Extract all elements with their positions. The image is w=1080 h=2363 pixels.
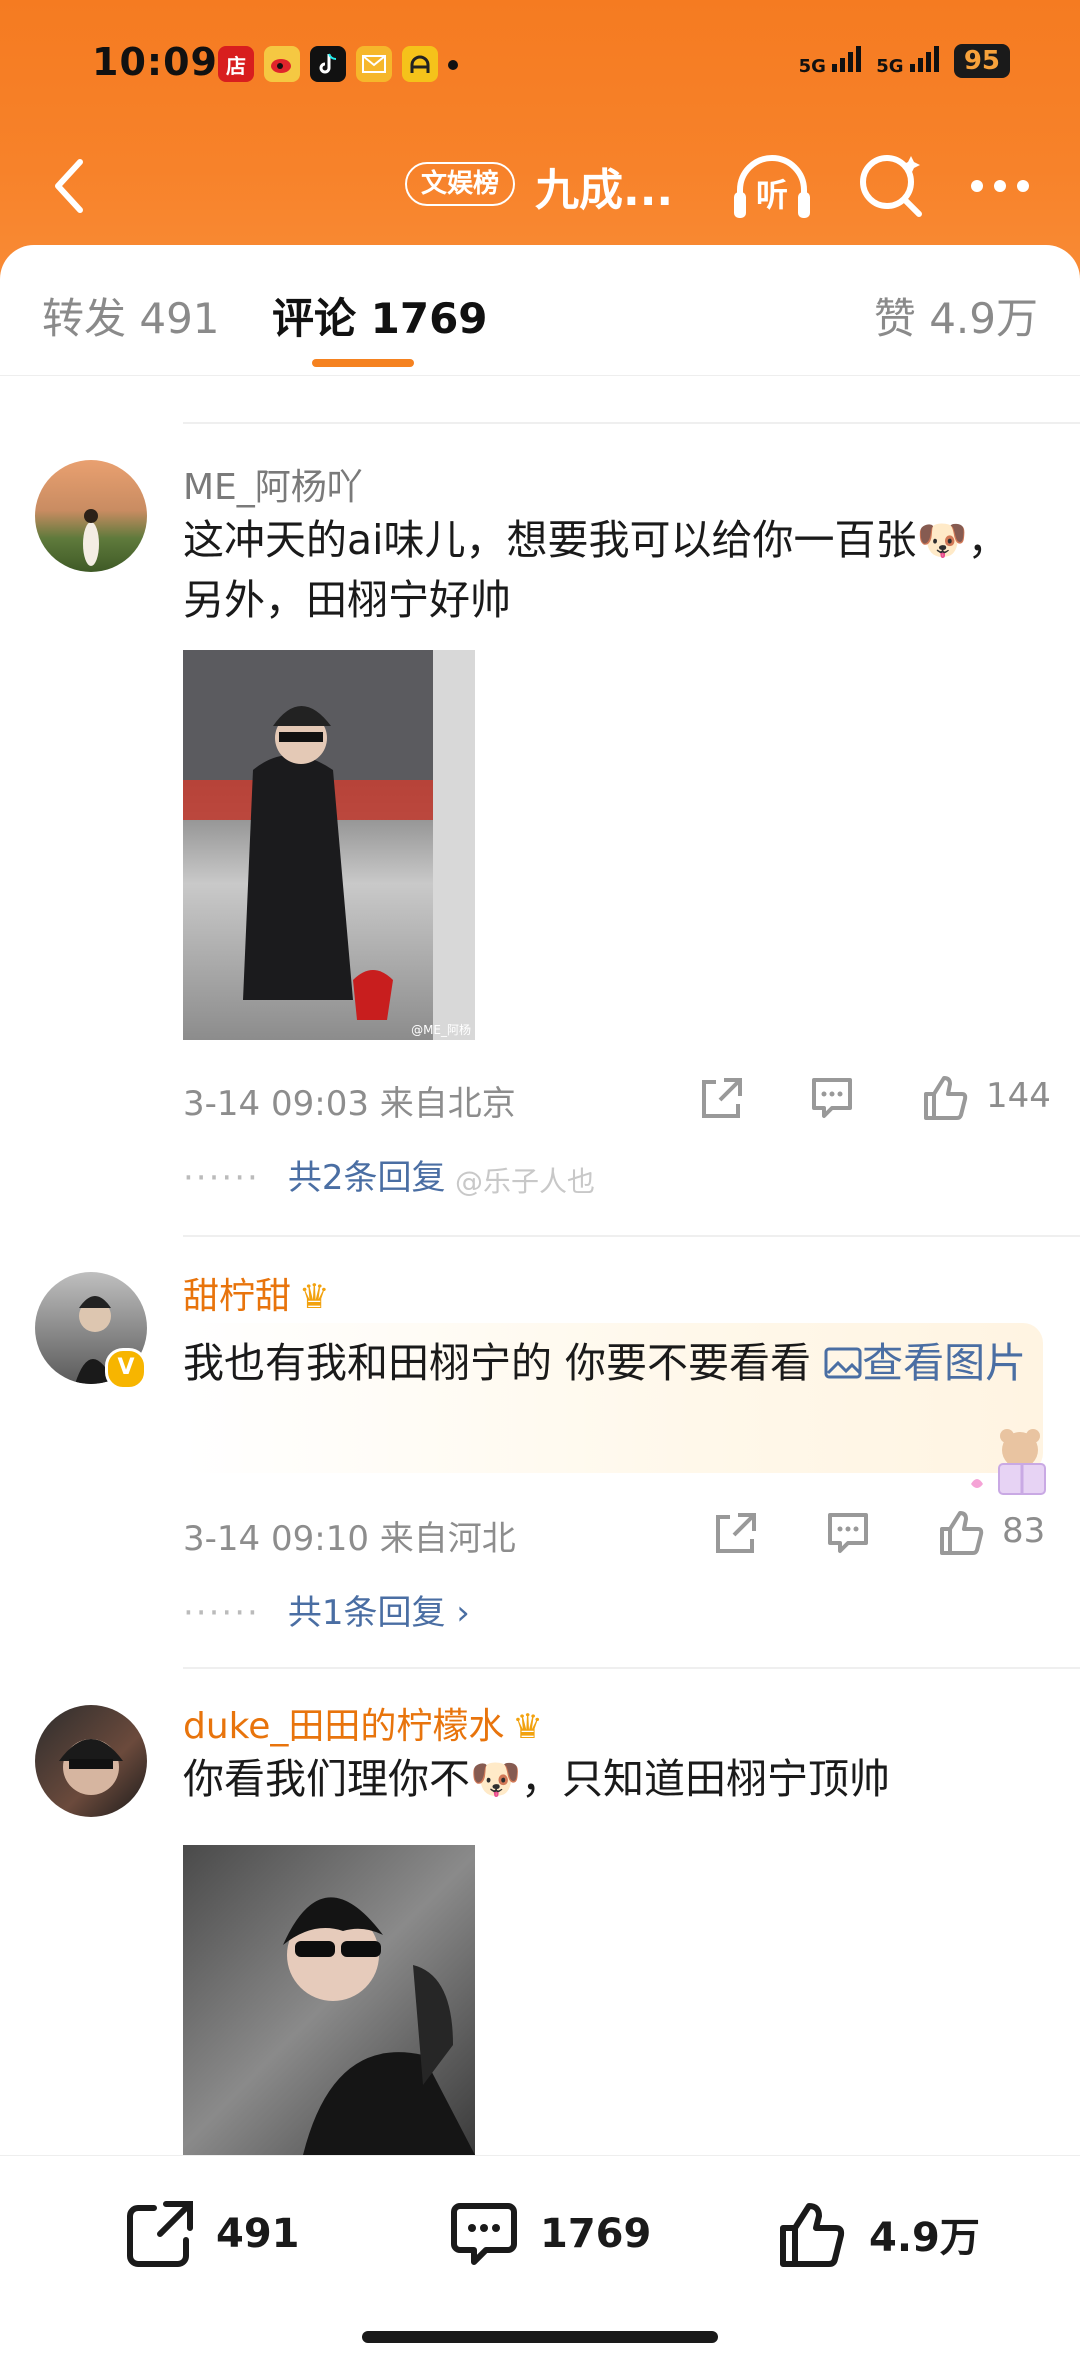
mail-app-icon — [356, 46, 392, 82]
tiktok-app-icon — [310, 46, 346, 82]
signal-1-icon: 5G — [799, 45, 863, 77]
top-header: 10:09 店 5G 5G 95 文娱榜 九成... 听 — [0, 0, 1080, 280]
page-title: 九成... — [535, 165, 674, 216]
like-icon[interactable] — [918, 1070, 974, 1126]
share-icon[interactable] — [694, 1070, 750, 1126]
comment-button[interactable]: 1769 — [446, 2196, 651, 2272]
view-replies-link[interactable]: ······ 共2条回复 — [183, 1150, 446, 1199]
home-indicator[interactable] — [362, 2331, 718, 2343]
weibo-app-icon — [264, 46, 300, 82]
like-icon[interactable] — [934, 1505, 990, 1561]
comment-meta: 3-14 09:03 来自北京 — [183, 1084, 516, 1124]
listen-button[interactable]: 听 — [730, 148, 814, 224]
comment-username[interactable]: ME_阿杨吖 — [183, 458, 363, 510]
avatar[interactable] — [35, 1705, 147, 1817]
view-image-link[interactable]: 查看图片 — [824, 1339, 1026, 1387]
comment-meta: 3-14 09:10 来自河北 — [183, 1519, 516, 1559]
bear-sticker-icon — [971, 1429, 1046, 1495]
more-notifications-dot — [448, 60, 458, 70]
divider — [183, 422, 1080, 424]
comment-image[interactable] — [183, 1845, 475, 2155]
comment-count: 1769 — [540, 2211, 652, 2257]
crown-badge-icon: ♛ — [299, 1277, 330, 1317]
share-icon[interactable] — [708, 1505, 764, 1561]
image-watermark: @ME_阿杨 — [411, 1023, 471, 1037]
tab-repost[interactable]: 转发 491 — [42, 285, 220, 346]
repost-icon — [127, 2201, 193, 2267]
notification-icons: 店 — [218, 46, 458, 82]
category-tag[interactable]: 文娱榜 — [405, 162, 516, 206]
comment-icon — [451, 2203, 517, 2265]
bottom-action-bar: 491 1769 4.9万 — [0, 2155, 1080, 2363]
like-total: 4.9万 — [869, 2215, 980, 2261]
replies-label: 共2条回复 — [287, 1158, 446, 1198]
crown-badge-icon: ♛ — [512, 1707, 543, 1747]
comment-text: 我也有我和田栩宁的 你要不要看看 查看图片 — [183, 1339, 1027, 1387]
back-arrow-icon[interactable] — [36, 150, 106, 220]
tab-bar: 转发 491 评论 1769 赞 4.9万 — [0, 245, 1080, 376]
nav-bar: 文娱榜 九成... 听 — [0, 140, 1080, 230]
view-replies-link[interactable]: ······ 共1条回复 › — [183, 1585, 470, 1634]
replies-label: 共1条回复 › — [287, 1593, 470, 1633]
shop-app-icon: 店 — [218, 46, 254, 82]
signal-2-icon: 5G — [876, 45, 940, 77]
comment-text: 这冲天的ai味儿，想要我可以给你一百张🐶，另外，田栩宁好帅 — [183, 516, 1009, 624]
divider — [183, 1235, 1080, 1237]
comment-username[interactable]: 甜柠甜 ♛ — [183, 1267, 330, 1319]
more-options-icon[interactable] — [965, 156, 1035, 216]
repost-count: 491 — [216, 2211, 300, 2257]
status-right: 5G 5G 95 — [799, 44, 1010, 78]
reply-icon[interactable] — [804, 1070, 860, 1126]
divider — [183, 1667, 1080, 1669]
like-count: 83 — [1002, 1511, 1046, 1551]
repost-button[interactable]: 491 — [122, 2196, 300, 2272]
comment-text: 你看我们理你不🐶，只知道田栩宁顶帅 — [183, 1755, 891, 1803]
search-icon[interactable] — [855, 150, 925, 220]
comment-image[interactable]: @ME_阿杨 — [183, 650, 475, 1040]
like-count: 144 — [986, 1076, 1051, 1116]
status-time: 10:09 — [92, 40, 218, 84]
app-a-icon — [402, 46, 438, 82]
reply-icon[interactable] — [820, 1505, 876, 1561]
image-icon — [824, 1347, 862, 1379]
battery-indicator: 95 — [953, 44, 1010, 78]
active-tab-indicator — [312, 359, 414, 367]
status-bar: 10:09 店 5G 5G 95 — [0, 40, 1080, 96]
tab-comment[interactable]: 评论 1769 — [272, 285, 488, 346]
avatar[interactable] — [35, 460, 147, 572]
tab-likes[interactable]: 赞 4.9万 — [874, 285, 1038, 346]
thumbs-up-icon — [780, 2203, 845, 2267]
dots-icon: ······ — [183, 1593, 260, 1633]
verified-badge-icon: V — [105, 1348, 147, 1390]
watermark: @乐子人也 — [455, 1165, 596, 1198]
comment-username[interactable]: duke_田田的柠檬水 ♛ — [183, 1697, 543, 1749]
dots-icon: ······ — [183, 1158, 260, 1198]
listen-label: 听 — [756, 176, 789, 214]
like-button[interactable]: 4.9万 — [775, 2196, 980, 2272]
